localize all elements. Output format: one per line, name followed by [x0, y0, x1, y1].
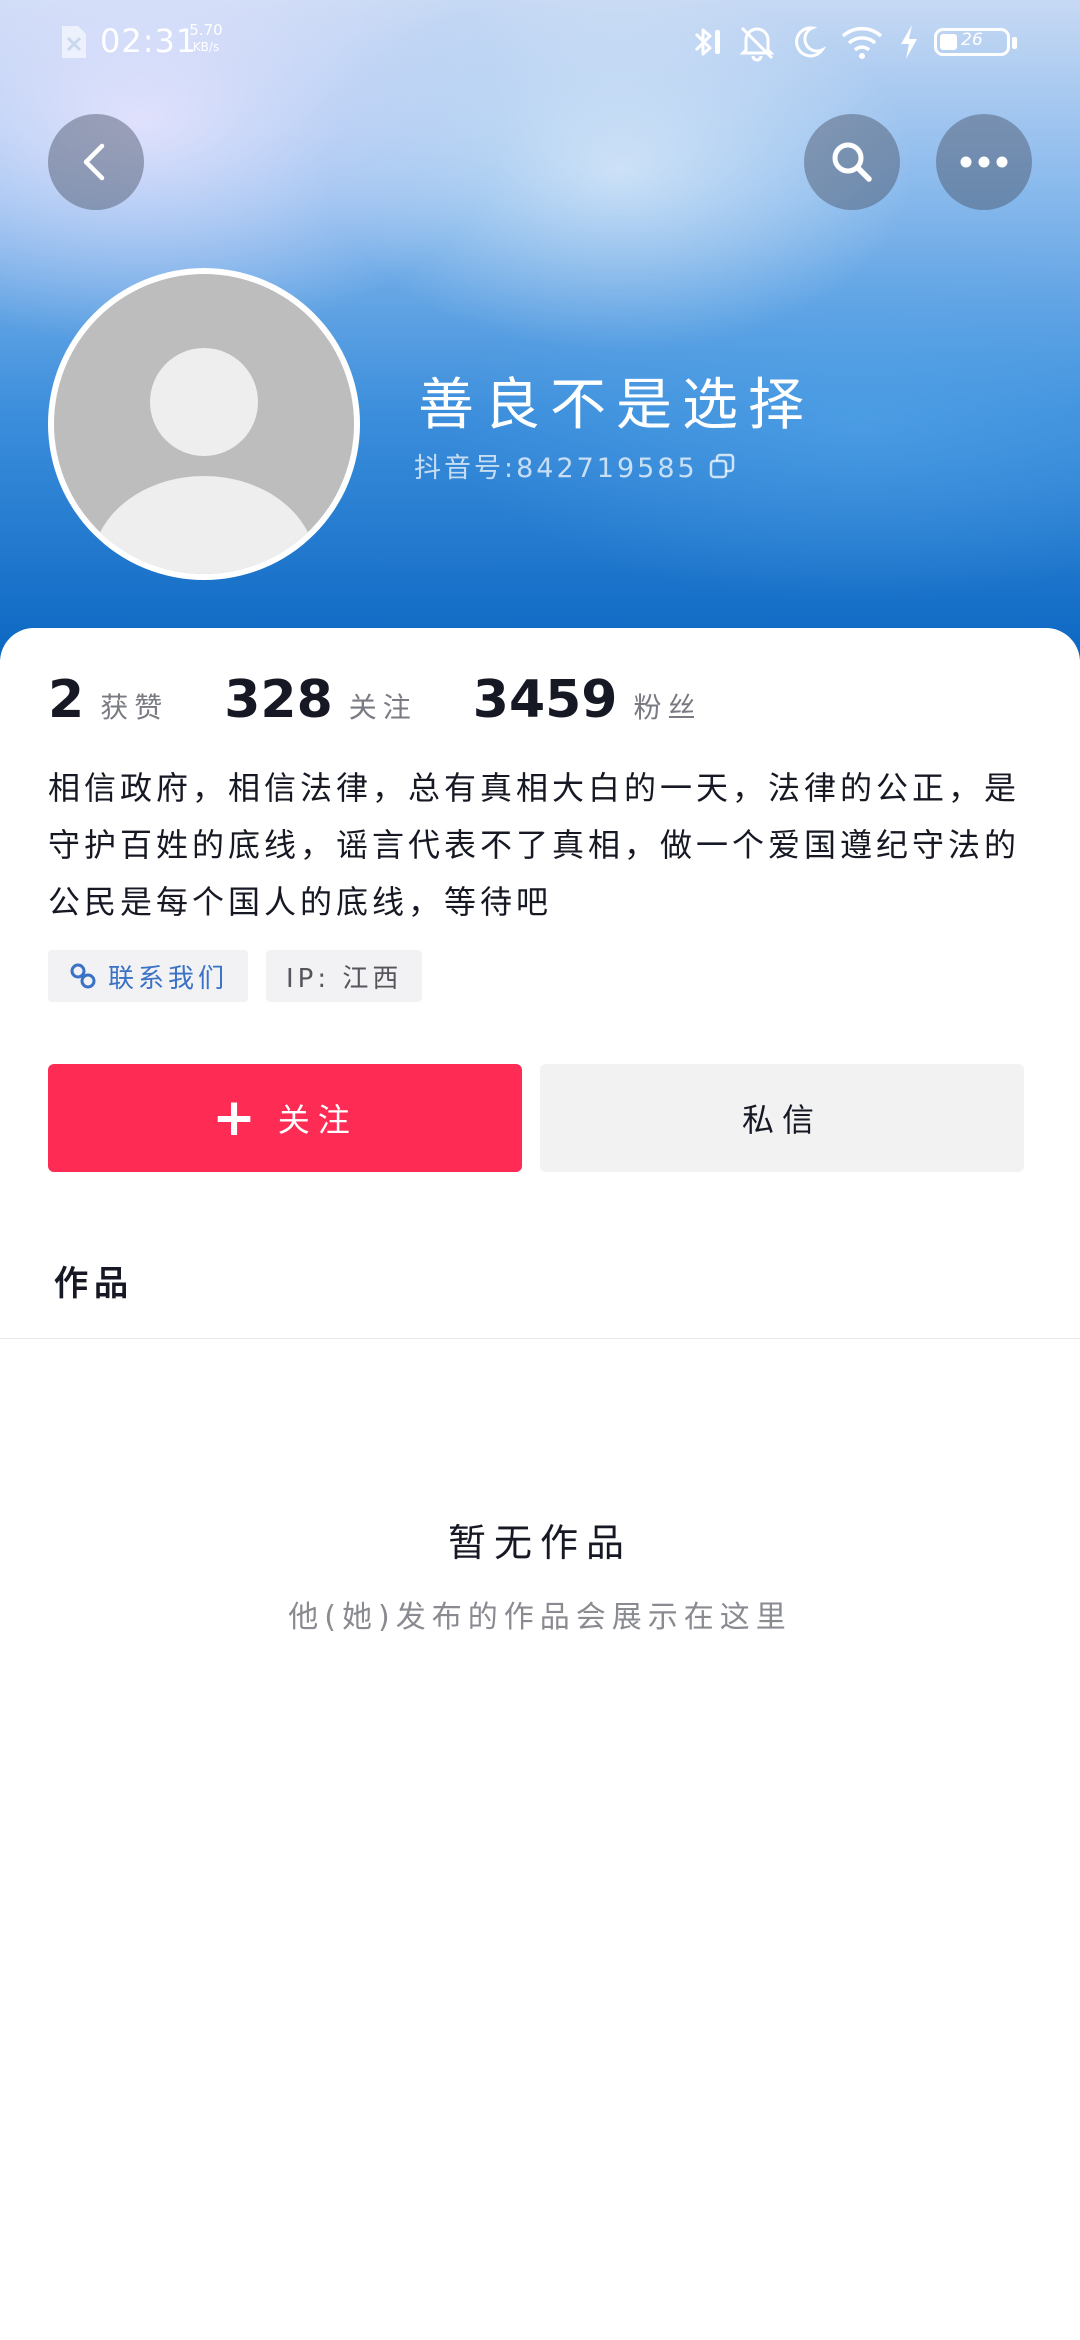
stat-following-label: 关注 — [348, 691, 417, 724]
avatar[interactable] — [48, 268, 360, 580]
tab-works[interactable]: 作品 — [54, 1256, 134, 1305]
douyin-id-text: 抖音号:842719585 — [414, 453, 698, 484]
stat-followers-label: 粉丝 — [633, 691, 702, 724]
stat-likes-value: 2 — [48, 670, 85, 730]
status-time: 02:31 — [100, 22, 198, 60]
empty-state-title: 暂无作品 — [447, 1521, 632, 1565]
back-button[interactable] — [48, 114, 144, 210]
stat-following-value: 328 — [224, 670, 333, 730]
bluetooth-icon — [694, 28, 720, 56]
mute-icon — [739, 26, 775, 62]
status-icons: 26 — [684, 20, 1022, 64]
more-button[interactable] — [936, 114, 1032, 210]
profile-nickname: 善良不是选择 — [418, 373, 814, 438]
ip-location-label: IP: 江西 — [286, 963, 403, 994]
plus-icon: + — [212, 1088, 264, 1148]
profile-content: 2 获赞 328 关注 3459 粉丝 相信政府，相信法律，总有真相大白的一天，… — [0, 628, 1080, 2340]
follow-label: 关注 — [277, 1101, 358, 1139]
stat-likes-label: 获赞 — [100, 691, 169, 724]
network-speed-unit: KB/s — [192, 40, 220, 54]
network-speed-value: 5.70 — [189, 21, 223, 39]
profile-header: 02:31 5.70 KB/s 26 善良不是选择 抖音号:842719585 — [0, 0, 1080, 660]
douyin-id[interactable]: 抖音号:842719585 — [414, 446, 736, 485]
more-icon — [960, 156, 1008, 168]
stat-followers[interactable]: 3459 粉丝 — [473, 670, 702, 730]
profile-bio: 相信政府，相信法律，总有真相大白的一天，法律的公正，是守护百姓的底线，谣言代表不… — [48, 769, 1021, 921]
stat-following[interactable]: 328 关注 — [224, 670, 417, 730]
battery-percent: 26 — [961, 30, 983, 50]
wifi-icon — [841, 26, 883, 59]
ip-location-tag: IP: 江西 — [266, 950, 423, 1002]
network-speed: 5.70 KB/s — [184, 22, 228, 56]
avatar-body-shape — [92, 476, 316, 574]
contact-us-tag[interactable]: 联系我们 — [48, 950, 249, 1002]
tab-divider — [0, 1338, 1080, 1339]
avatar-placeholder — [54, 274, 354, 574]
empty-state-subtitle: 他(她)发布的作品会展示在这里 — [288, 1600, 792, 1635]
back-icon — [83, 143, 105, 181]
battery-indicator: 26 — [934, 25, 1022, 59]
link-icon — [70, 963, 96, 989]
avatar-head-shape — [150, 348, 258, 456]
no-sim-icon — [62, 26, 86, 58]
search-icon — [832, 142, 872, 182]
charging-icon — [901, 25, 917, 59]
moon-icon — [795, 26, 826, 58]
profile-stats: 2 获赞 328 关注 3459 粉丝 — [48, 670, 758, 730]
profile-tags: 联系我们 IP: 江西 — [48, 950, 423, 1002]
copy-icon[interactable] — [708, 452, 736, 480]
message-label: 私信 — [741, 1101, 822, 1139]
stat-followers-value: 3459 — [472, 670, 618, 730]
search-button[interactable] — [804, 114, 900, 210]
stat-likes[interactable]: 2 获赞 — [48, 670, 168, 730]
message-button[interactable]: 私信 — [540, 1064, 1024, 1172]
status-bar: 02:31 5.70 KB/s 26 — [0, 0, 1080, 80]
contact-us-label: 联系我们 — [108, 963, 229, 994]
follow-button[interactable]: + 关注 — [48, 1064, 522, 1172]
battery-cap — [1012, 37, 1017, 49]
